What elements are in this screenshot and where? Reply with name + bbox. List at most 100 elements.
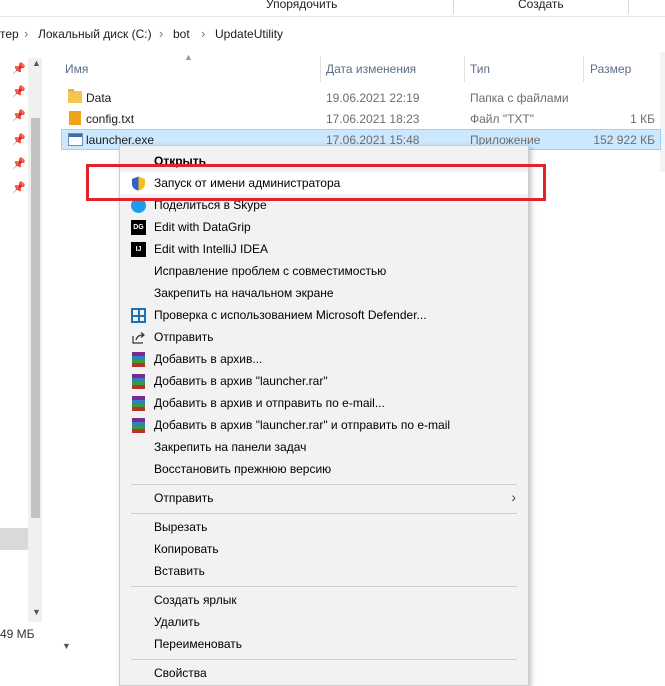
breadcrumb-updateutility[interactable]: UpdateUtility [215, 27, 283, 41]
menu-label: Исправление проблем с совместимостью [154, 264, 387, 278]
menu-separator [131, 513, 517, 514]
menu-label: Edit with DataGrip [154, 220, 251, 234]
share-icon [132, 332, 145, 344]
scroll-down-arrow[interactable]: ▼ [32, 607, 41, 617]
pin-icon: 📌 [12, 134, 26, 146]
winrar-icon [131, 418, 146, 433]
highlight-box [86, 164, 546, 201]
menu-label: Edit with IntelliJ IDEA [154, 242, 269, 256]
pin-icon: 📌 [12, 110, 26, 122]
menu-item-restore[interactable]: Восстановить прежнюю версию [120, 458, 528, 480]
nav-scrollbar-thumb[interactable] [31, 118, 40, 518]
menu-item-cut[interactable]: Вырезать [120, 516, 528, 538]
menu-separator [131, 659, 517, 660]
column-header-type[interactable]: Тип [470, 62, 490, 76]
status-size: 49 МБ [0, 627, 35, 641]
menu-item-defender[interactable]: Проверка с использованием Microsoft Defe… [120, 304, 528, 326]
menu-item-pin-taskbar[interactable]: Закрепить на панели задач [120, 436, 528, 458]
menu-item-share[interactable]: Отправить [120, 326, 528, 348]
context-menu: Открыть Запуск от имени администратора П… [119, 145, 529, 686]
column-divider[interactable] [320, 56, 321, 82]
file-row[interactable]: Data 19.06.2021 22:19 Папка с файлами [61, 87, 661, 108]
nav-selected-item[interactable] [0, 528, 28, 550]
menu-label: Проверка с использованием Microsoft Defe… [154, 308, 427, 322]
menu-item-intellij[interactable]: IJ Edit with IntelliJ IDEA [120, 238, 528, 260]
file-date: 19.06.2021 22:19 [326, 91, 420, 105]
menu-separator [131, 586, 517, 587]
menu-item-add-rar-email[interactable]: Добавить в архив "launcher.rar" и отправ… [120, 414, 528, 436]
menu-label: Добавить в архив и отправить по e-mail..… [154, 396, 385, 410]
menu-label: Добавить в архив "launcher.rar" и отправ… [154, 418, 451, 432]
menu-item-add-rar[interactable]: Добавить в архив "launcher.rar" [120, 370, 528, 392]
menu-item-create-shortcut[interactable]: Создать ярлык [120, 589, 528, 611]
breadcrumb-drive[interactable]: Локальный диск (C:) [38, 27, 152, 41]
menu-item-paste[interactable]: Вставить [120, 560, 528, 582]
ribbon-create[interactable]: Создать [518, 0, 564, 11]
chevron-right-icon: › [511, 489, 516, 505]
menu-separator [131, 484, 517, 485]
file-name: Data [86, 91, 112, 105]
pin-icon: 📌 [12, 158, 26, 170]
ribbon-organize[interactable]: Упорядочить [266, 0, 337, 11]
menu-item-send-to[interactable]: Отправить › [120, 487, 528, 509]
menu-label: Удалить [154, 615, 200, 629]
menu-label: Добавить в архив... [154, 352, 263, 366]
file-name: config.txt [86, 112, 135, 126]
menu-item-add-email[interactable]: Добавить в архив и отправить по e-mail..… [120, 392, 528, 414]
menu-label: Вставить [154, 564, 205, 578]
scroll-up-arrow[interactable]: ▲ [32, 58, 41, 68]
menu-item-delete[interactable]: Удалить [120, 611, 528, 633]
menu-label: Отправить [154, 491, 214, 505]
menu-label: Копировать [154, 542, 219, 556]
menu-label: Вырезать [154, 520, 208, 534]
column-divider[interactable] [583, 56, 584, 82]
winrar-icon [131, 352, 146, 367]
menu-item-datagrip[interactable]: DG Edit with DataGrip [120, 216, 528, 238]
pin-icon: 📌 [12, 182, 26, 194]
ribbon-strip: Упорядочить Создать [0, 0, 665, 17]
chevron-right-icon: › [201, 26, 206, 41]
column-header-date[interactable]: Дата изменения [326, 62, 416, 76]
menu-item-properties[interactable]: Свойства [120, 662, 528, 684]
ribbon-separator [628, 0, 629, 14]
folder-icon [68, 89, 82, 103]
file-type: Файл "TXT" [470, 112, 535, 126]
menu-label: Создать ярлык [154, 593, 237, 607]
intellij-icon: IJ [131, 242, 146, 257]
datagrip-icon: DG [131, 220, 146, 235]
column-header-size[interactable]: Размер [590, 62, 631, 76]
winrar-icon [131, 396, 146, 411]
breadcrumb-bot[interactable]: bot [173, 27, 190, 41]
chevron-right-icon: › [24, 26, 29, 41]
file-row[interactable]: config.txt 17.06.2021 18:23 Файл "TXT" 1… [61, 108, 661, 129]
file-type: Папка с файлами [470, 91, 569, 105]
address-bar[interactable]: тер › Локальный диск (C:) › bot › Update… [0, 20, 665, 48]
menu-item-pin-start[interactable]: Закрепить на начальном экране [120, 282, 528, 304]
scroll-down-arrow[interactable]: ▼ [62, 641, 71, 651]
sort-ascending-icon: ▲ [184, 52, 193, 62]
menu-label: Добавить в архив "launcher.rar" [154, 374, 328, 388]
column-divider[interactable] [464, 56, 465, 82]
menu-label: Переименовать [154, 637, 242, 651]
ribbon-separator [453, 0, 454, 14]
menu-label: Отправить [154, 330, 214, 344]
exe-icon [68, 133, 83, 146]
menu-item-add-archive[interactable]: Добавить в архив... [120, 348, 528, 370]
column-header-name[interactable]: Имя [65, 62, 88, 76]
chevron-right-icon: › [159, 26, 164, 41]
menu-label: Свойства [154, 666, 207, 680]
menu-item-copy[interactable]: Копировать [120, 538, 528, 560]
menu-label: Закрепить на начальном экране [154, 286, 334, 300]
menu-item-rename[interactable]: Переименовать [120, 633, 528, 655]
winrar-icon [131, 374, 146, 389]
pin-icon: 📌 [12, 86, 26, 98]
menu-label: Закрепить на панели задач [154, 440, 307, 454]
file-size: 1 КБ [630, 112, 655, 126]
menu-label: Восстановить прежнюю версию [154, 462, 332, 476]
breadcrumb-computer[interactable]: тер [0, 27, 19, 41]
file-size: 152 922 КБ [593, 133, 655, 147]
file-date: 17.06.2021 18:23 [326, 112, 420, 126]
text-file-icon [69, 111, 81, 125]
defender-icon [131, 308, 146, 323]
menu-item-compatibility[interactable]: Исправление проблем с совместимостью [120, 260, 528, 282]
